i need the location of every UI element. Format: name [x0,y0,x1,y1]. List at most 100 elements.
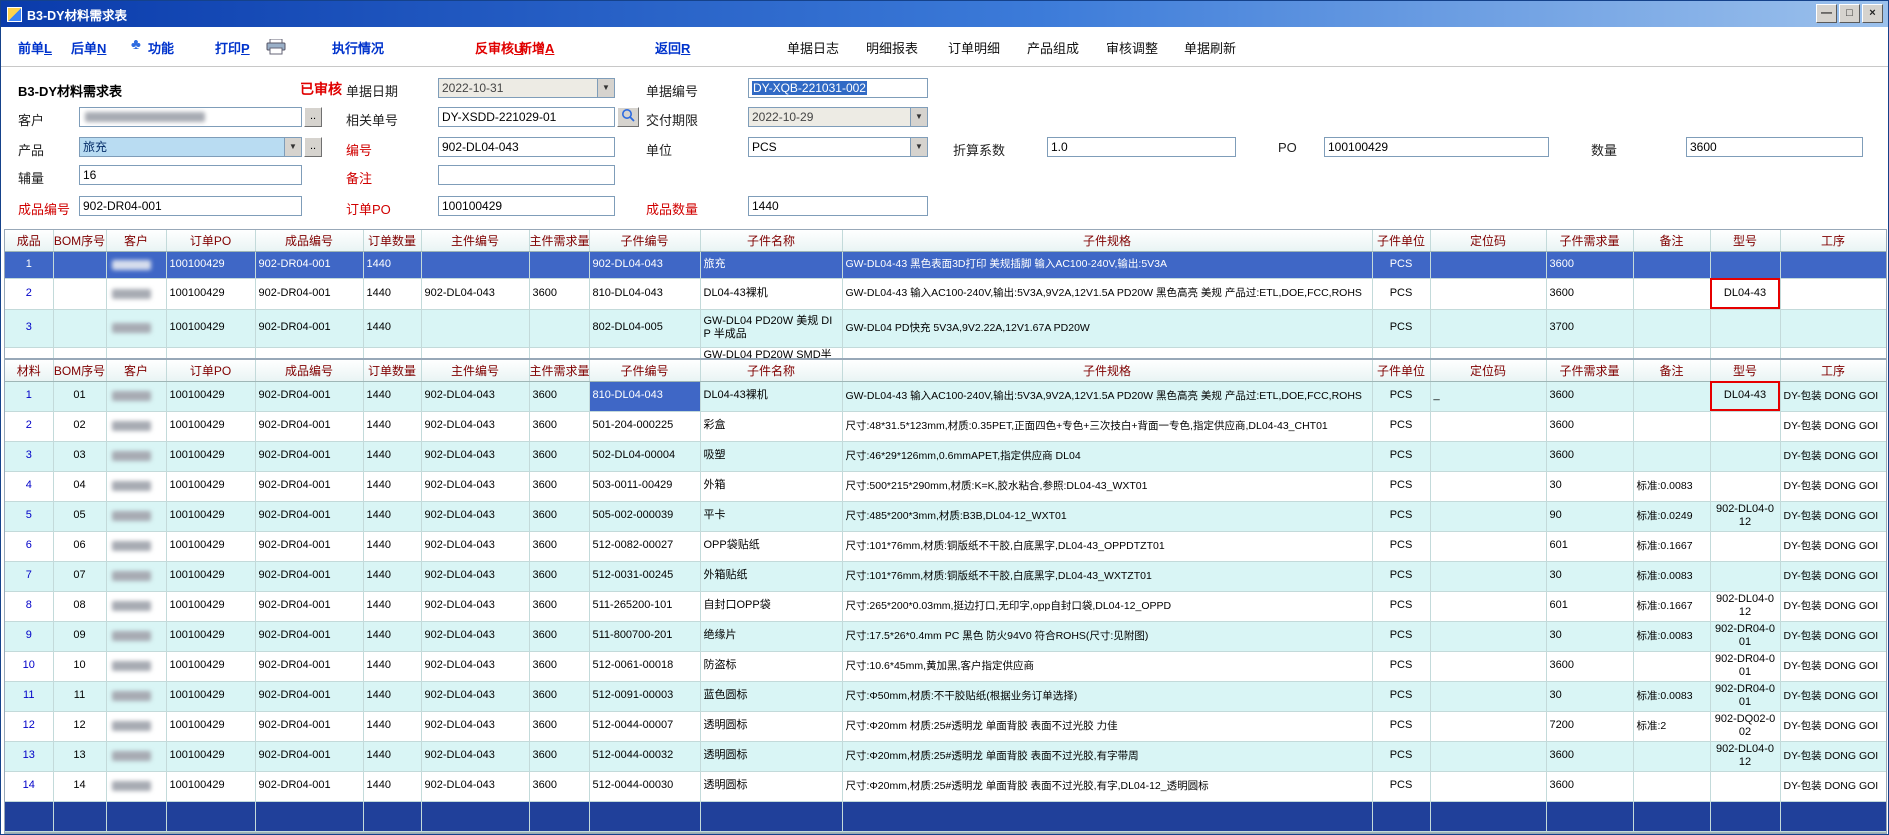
grid-cell[interactable]: 100100429 [166,501,255,531]
grid-row[interactable]: 3100100429902-DR04-0011440802-DL04-005GW… [5,309,1886,347]
grid-cell[interactable]: 3600 [1546,411,1633,441]
column-header[interactable]: 订单PO [166,360,255,381]
grid-cell[interactable] [106,801,166,831]
grid-cell[interactable]: DY-包装 DONG GOI [1780,741,1886,771]
grid-cell[interactable]: 100100429 [166,471,255,501]
grid-cell[interactable]: 100100429 [166,381,255,411]
grid-cell[interactable]: 902-DL04-043 [421,561,529,591]
grid-cell[interactable]: 4 [5,471,53,501]
grid-cell[interactable]: 100100429 [166,278,255,309]
grid-cell[interactable]: 902-DL04-043 [421,621,529,651]
grid-cell[interactable]: 502-DL04-00004 [589,441,700,471]
grid-cell[interactable]: 尺寸:Φ20mm 材质:25#透明龙 单面背胶 表面不过光胶 力佳 [842,711,1372,741]
return-button[interactable]: 返回R [655,38,690,57]
grid-cell[interactable]: 810-DL04-043 [589,278,700,309]
grid-cell[interactable]: 07 [53,561,106,591]
grid-cell[interactable] [53,278,106,309]
column-header[interactable]: 子件单位 [1372,230,1430,251]
grid-cell[interactable]: 标准:2 [1633,711,1710,741]
item-no-input[interactable] [438,137,615,157]
grid-cell[interactable]: 1440 [363,501,421,531]
grid-cell[interactable]: PCS [1372,741,1430,771]
grid-cell[interactable]: PCS [1372,561,1430,591]
grid-cell[interactable]: 1440 [363,771,421,801]
grid-cell[interactable] [421,251,529,278]
grid-cell[interactable]: 902-DL04-043 [421,381,529,411]
grid-cell[interactable]: GW-DL04-43 黑色表面3D打印 美规插脚 输入AC100-240V,输出… [842,251,1372,278]
grid-cell[interactable]: 100100429 [166,741,255,771]
grid-cell[interactable] [1633,441,1710,471]
grid-cell[interactable] [255,801,363,831]
grid-cell[interactable] [1372,801,1430,831]
grid-cell[interactable] [1633,651,1710,681]
grid-cell[interactable]: 902-DR04-001 [255,741,363,771]
grid-cell[interactable] [106,771,166,801]
grid-cell[interactable] [1430,531,1546,561]
grid-cell[interactable]: 30 [1546,471,1633,501]
calendar-dropdown-icon[interactable]: ▼ [597,79,614,97]
grid-cell[interactable]: 902-DL04-012 [1710,501,1780,531]
grid-cell[interactable]: 30 [1546,681,1633,711]
grid-cell[interactable]: 501-204-000225 [589,411,700,441]
grid-cell[interactable] [53,251,106,278]
grid-cell[interactable]: 902-DR04-001 [255,561,363,591]
add-new-button[interactable]: 新增A [519,38,554,57]
product-more-button[interactable]: .. [304,137,322,157]
grid-cell[interactable]: 1440 [363,309,421,347]
grid-cell[interactable]: 902-DL04-043 [421,411,529,441]
grid-cell[interactable]: 1440 [363,711,421,741]
grid-cell[interactable] [1633,278,1710,309]
grid-cell[interactable] [106,309,166,347]
grid-row[interactable]: GW-DL04 PD20W SMD半成品 [5,347,1886,359]
grid-cell[interactable]: 902-DR04-001 [255,381,363,411]
grid-cell[interactable]: 11 [5,681,53,711]
grid-cell[interactable]: PCS [1372,531,1430,561]
grid-cell[interactable]: 505-002-000039 [589,501,700,531]
grid-cell[interactable]: 3600 [529,411,589,441]
grid-cell[interactable]: PCS [1372,681,1430,711]
grid-cell[interactable] [1633,347,1710,359]
grid-cell[interactable]: 尺寸:10.6*45mm,黄加黑,客户指定供应商 [842,651,1372,681]
grid-cell[interactable]: 3 [5,309,53,347]
grid-cell[interactable]: DL04-43 [1710,381,1780,411]
grid-cell[interactable]: PCS [1372,711,1430,741]
grid-cell[interactable]: 8 [5,591,53,621]
grid-cell[interactable]: GW-DL04 PD20W SMD半成品 [700,347,842,359]
doc-date-field[interactable]: 2022-10-31 ▼ [438,78,615,98]
printer-icon[interactable] [266,39,286,60]
column-header[interactable]: 备注 [1633,230,1710,251]
factor-input[interactable] [1047,137,1236,157]
grid-cell[interactable]: 尺寸:101*76mm,材质:铜版纸不干胶,白底黑字,DL04-43_WXTZT… [842,561,1372,591]
grid-cell[interactable]: 511-265200-101 [589,591,700,621]
column-header[interactable]: 订单PO [166,230,255,251]
grid-cell[interactable]: DL04-43裸机 [700,278,842,309]
fg-no-input[interactable] [79,196,302,216]
grid-cell[interactable]: 100100429 [166,681,255,711]
column-header[interactable]: 工序 [1780,230,1886,251]
grid-cell[interactable]: 1440 [363,681,421,711]
grid-cell[interactable]: 512-0031-00245 [589,561,700,591]
grid-cell[interactable]: 9 [5,621,53,651]
grid-cell[interactable]: 7 [5,561,53,591]
grid-cell[interactable] [1633,741,1710,771]
grid-cell[interactable]: DY-包装 DONG GOI [1780,441,1886,471]
grid-cell[interactable] [1633,381,1710,411]
fg-qty-input[interactable] [748,196,928,216]
grid-cell[interactable]: 尺寸:101*76mm,材质:铜版纸不干胶,白底黑字,DL04-43_OPPDT… [842,531,1372,561]
grid-cell[interactable]: 902-DR04-001 [255,501,363,531]
grid-cell[interactable] [1546,347,1633,359]
grid-cell[interactable] [1430,278,1546,309]
grid-cell[interactable]: 3600 [1546,381,1633,411]
grid-cell[interactable]: DY-包装 DONG GOI [1780,651,1886,681]
grid-cell[interactable]: 3600 [529,531,589,561]
grid-cell[interactable]: 902-DR04-001 [255,471,363,501]
order-detail-button[interactable]: 订单明细 [948,38,1000,57]
column-header[interactable]: 成品编号 [255,230,363,251]
grid-cell[interactable]: 902-DR04-001 [1710,681,1780,711]
customer-more-button[interactable]: .. [304,107,322,127]
grid-cell[interactable] [255,347,363,359]
grid-cell[interactable] [1430,561,1546,591]
grid-cell[interactable] [363,801,421,831]
grid-row[interactable]: 101100100429902-DR04-0011440902-DL04-043… [5,381,1886,411]
column-header[interactable]: 成品 [5,230,53,251]
